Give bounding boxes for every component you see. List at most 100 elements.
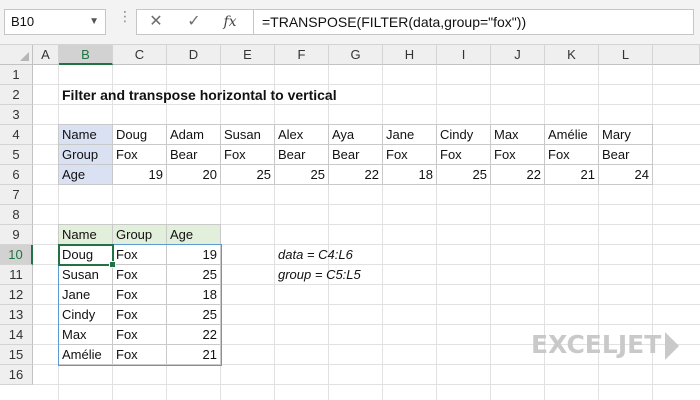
row-header-15[interactable]: 15 — [0, 345, 33, 365]
column-header-g[interactable]: G — [329, 45, 383, 65]
result-cell[interactable]: Fox — [113, 305, 167, 325]
gridline — [382, 65, 383, 400]
column-header-b[interactable]: B — [59, 45, 113, 65]
result-cell[interactable]: Max — [59, 325, 113, 345]
result-header-name[interactable]: Name — [59, 225, 113, 245]
result-cell[interactable]: 19 — [167, 245, 221, 265]
result-cell[interactable]: 25 — [167, 265, 221, 285]
named-range-note[interactable]: data = C4:L6 — [275, 245, 437, 265]
source-group-cell[interactable]: Bear — [275, 145, 329, 165]
insert-function-button[interactable]: fx — [217, 12, 243, 32]
gridline — [33, 204, 700, 205]
row-header-8[interactable]: 8 — [0, 205, 33, 225]
row-header-2[interactable]: 2 — [0, 85, 33, 105]
result-cell[interactable]: Jane — [59, 285, 113, 305]
named-range-note[interactable]: group = C5:L5 — [275, 265, 437, 285]
result-cell[interactable]: Fox — [113, 285, 167, 305]
column-header-j[interactable]: J — [491, 45, 545, 65]
source-name-cell[interactable]: Susan — [221, 125, 275, 145]
source-group-cell[interactable]: Fox — [437, 145, 491, 165]
x-icon[interactable]: ✕ — [143, 12, 169, 32]
column-header-l[interactable]: L — [599, 45, 653, 65]
source-name-cell[interactable]: Amélie — [545, 125, 599, 145]
source-name-cell[interactable]: Mary — [599, 125, 653, 145]
column-header-d[interactable]: D — [167, 45, 221, 65]
gridline — [274, 65, 275, 400]
source-age-cell[interactable]: 25 — [221, 165, 275, 185]
source-group-cell[interactable]: Fox — [491, 145, 545, 165]
row-header-12[interactable]: 12 — [0, 285, 33, 305]
source-name-cell[interactable]: Cindy — [437, 125, 491, 145]
result-cell[interactable]: Doug — [59, 245, 113, 265]
column-header-e[interactable]: E — [221, 45, 275, 65]
source-name-cell[interactable]: Alex — [275, 125, 329, 145]
source-group-cell[interactable]: Bear — [167, 145, 221, 165]
column-header-f[interactable]: F — [275, 45, 329, 65]
grip-icon[interactable]: ⋮ — [118, 9, 132, 31]
source-name-cell[interactable]: Adam — [167, 125, 221, 145]
source-age-cell[interactable]: 22 — [329, 165, 383, 185]
source-row-label[interactable]: Name — [59, 125, 113, 145]
result-cell[interactable]: Cindy — [59, 305, 113, 325]
result-cell[interactable]: Fox — [113, 265, 167, 285]
source-age-cell[interactable]: 25 — [437, 165, 491, 185]
gridline — [436, 65, 437, 400]
result-cell[interactable]: 21 — [167, 345, 221, 365]
row-header-4[interactable]: 4 — [0, 125, 33, 145]
result-cell[interactable]: Fox — [113, 345, 167, 365]
row-header-11[interactable]: 11 — [0, 265, 33, 285]
result-cell[interactable]: 25 — [167, 305, 221, 325]
sheet-title[interactable]: Filter and transpose horizontal to verti… — [59, 85, 491, 105]
source-group-cell[interactable]: Fox — [545, 145, 599, 165]
row-header-10[interactable]: 10 — [0, 245, 33, 265]
row-header-3[interactable]: 3 — [0, 105, 33, 125]
source-age-cell[interactable]: 22 — [491, 165, 545, 185]
name-box[interactable]: B10 ▼ — [4, 9, 106, 35]
source-group-cell[interactable]: Fox — [383, 145, 437, 165]
column-header-k[interactable]: K — [545, 45, 599, 65]
source-group-cell[interactable]: Bear — [599, 145, 653, 165]
row-header-9[interactable]: 9 — [0, 225, 33, 245]
source-name-cell[interactable]: Max — [491, 125, 545, 145]
source-group-cell[interactable]: Fox — [221, 145, 275, 165]
row-header-6[interactable]: 6 — [0, 165, 33, 185]
source-row-label[interactable]: Age — [59, 165, 113, 185]
column-header-a[interactable]: A — [33, 45, 59, 65]
column-header-c[interactable]: C — [113, 45, 167, 65]
column-header-h[interactable]: H — [383, 45, 437, 65]
formula-input[interactable]: =TRANSPOSE(FILTER(data,group="fox")) — [254, 9, 694, 35]
source-row-label[interactable]: Group — [59, 145, 113, 165]
exceljet-logo: EXCELJET — [531, 330, 680, 360]
source-age-cell[interactable]: 18 — [383, 165, 437, 185]
source-age-cell[interactable]: 20 — [167, 165, 221, 185]
source-group-cell[interactable]: Bear — [329, 145, 383, 165]
result-cell[interactable]: 22 — [167, 325, 221, 345]
source-name-cell[interactable]: Doug — [113, 125, 167, 145]
check-icon[interactable]: ✓ — [181, 12, 207, 32]
result-cell[interactable]: Susan — [59, 265, 113, 285]
source-group-cell[interactable]: Fox — [113, 145, 167, 165]
gridline — [33, 384, 700, 385]
chevron-down-icon[interactable]: ▼ — [89, 10, 99, 34]
result-header-age[interactable]: Age — [167, 225, 221, 245]
row-header-13[interactable]: 13 — [0, 305, 33, 325]
select-all-button[interactable] — [0, 45, 33, 65]
source-age-cell[interactable]: 24 — [599, 165, 653, 185]
source-age-cell[interactable]: 21 — [545, 165, 599, 185]
row-header-14[interactable]: 14 — [0, 325, 33, 345]
row-header-16[interactable]: 16 — [0, 365, 33, 385]
row-header-5[interactable]: 5 — [0, 145, 33, 165]
gridline — [490, 65, 491, 400]
source-age-cell[interactable]: 19 — [113, 165, 167, 185]
source-name-cell[interactable]: Jane — [383, 125, 437, 145]
source-name-cell[interactable]: Aya — [329, 125, 383, 145]
result-cell[interactable]: 18 — [167, 285, 221, 305]
source-age-cell[interactable]: 25 — [275, 165, 329, 185]
result-cell[interactable]: Fox — [113, 325, 167, 345]
result-cell[interactable]: Fox — [113, 245, 167, 265]
row-header-7[interactable]: 7 — [0, 185, 33, 205]
result-header-group[interactable]: Group — [113, 225, 167, 245]
row-header-1[interactable]: 1 — [0, 65, 33, 85]
column-header-i[interactable]: I — [437, 45, 491, 65]
result-cell[interactable]: Amélie — [59, 345, 113, 365]
